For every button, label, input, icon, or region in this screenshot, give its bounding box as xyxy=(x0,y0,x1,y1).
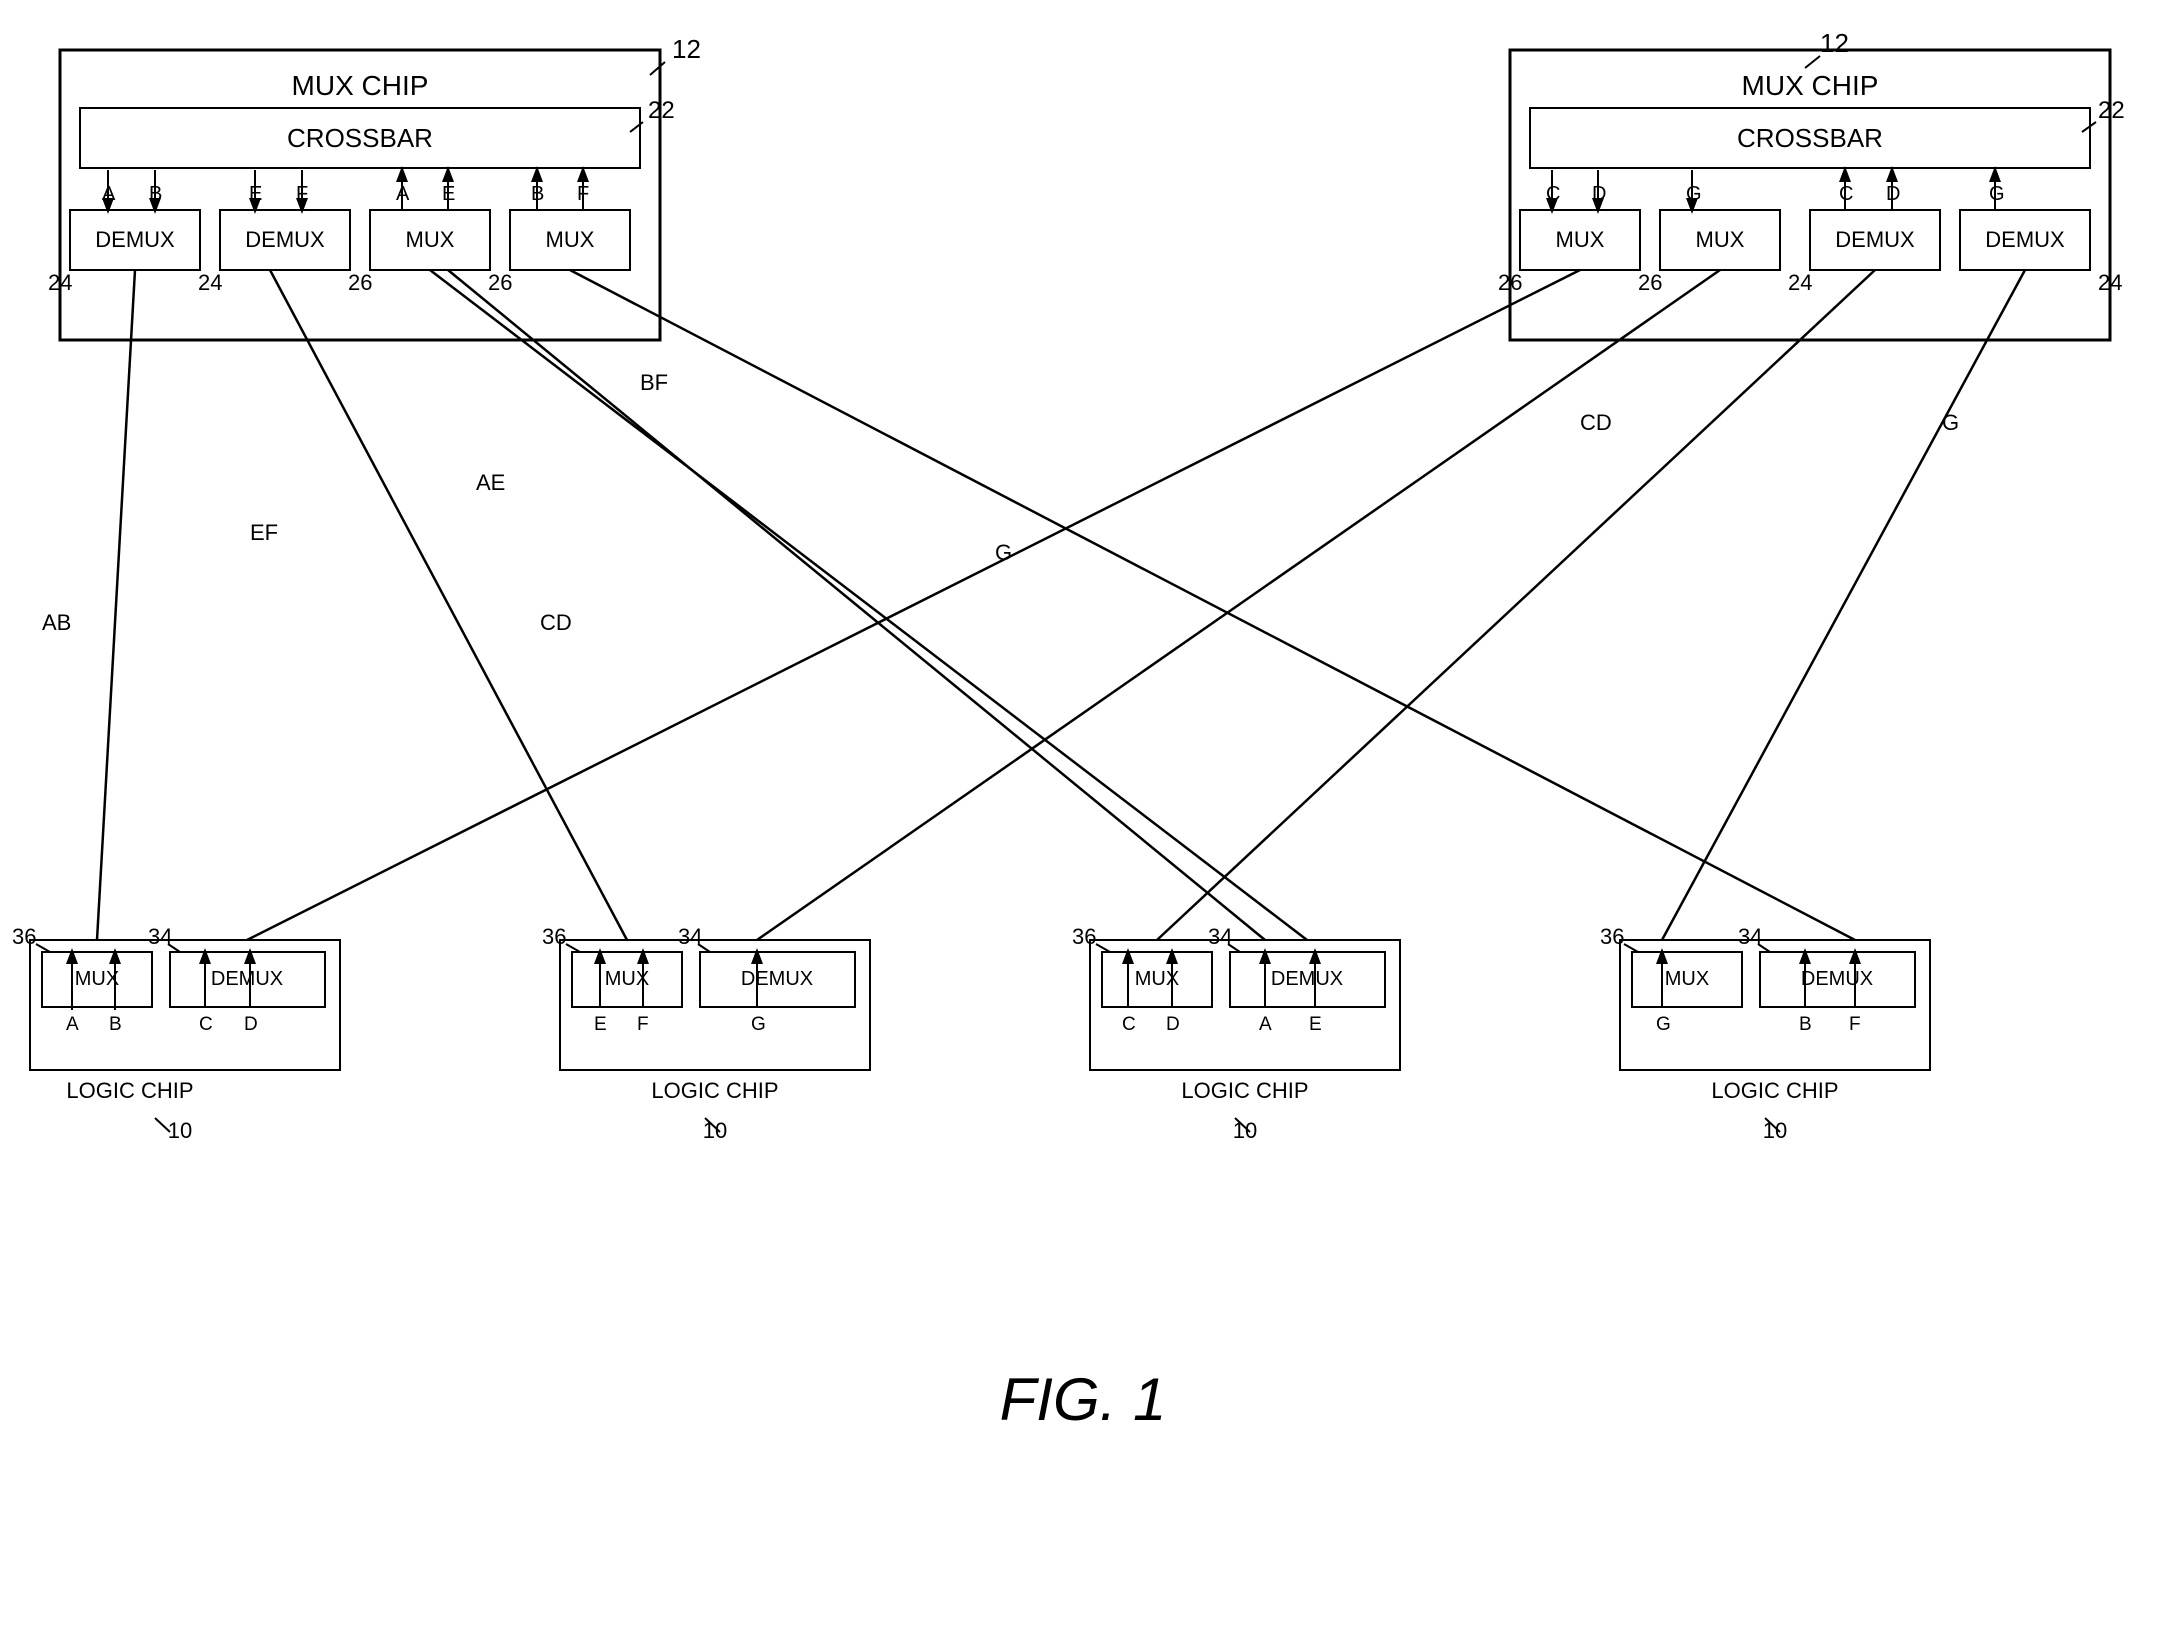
circuit-diagram: MUX CHIP CROSSBAR 12 22 DEMUX 24 DEMUX 2… xyxy=(0,0,2166,1625)
diagram-container: MUX CHIP CROSSBAR 12 22 DEMUX 24 DEMUX 2… xyxy=(0,0,2166,1625)
svg-text:DEMUX: DEMUX xyxy=(1835,227,1915,252)
svg-text:C: C xyxy=(1839,183,1853,205)
svg-text:G: G xyxy=(1989,183,2005,205)
svg-text:C: C xyxy=(199,1014,213,1035)
svg-text:B: B xyxy=(1799,1014,1812,1035)
svg-text:E: E xyxy=(442,183,455,205)
svg-text:12: 12 xyxy=(1820,28,1849,58)
svg-text:12: 12 xyxy=(672,34,701,64)
svg-text:MUX CHIP: MUX CHIP xyxy=(1742,70,1879,101)
svg-text:B: B xyxy=(531,183,544,205)
svg-text:EF: EF xyxy=(250,520,278,545)
svg-text:26: 26 xyxy=(348,270,372,295)
svg-text:G: G xyxy=(1656,1014,1671,1035)
svg-text:D: D xyxy=(1592,183,1606,205)
svg-text:LOGIC CHIP: LOGIC CHIP xyxy=(651,1078,778,1103)
svg-text:D: D xyxy=(1886,183,1900,205)
svg-text:LOGIC CHIP: LOGIC CHIP xyxy=(1711,1078,1838,1103)
svg-text:36: 36 xyxy=(542,924,566,949)
svg-text:MUX CHIP: MUX CHIP xyxy=(292,70,429,101)
svg-text:G: G xyxy=(751,1014,766,1035)
svg-text:B: B xyxy=(109,1014,122,1035)
svg-text:A: A xyxy=(396,183,410,205)
svg-text:10: 10 xyxy=(703,1118,727,1143)
svg-text:F: F xyxy=(1849,1014,1861,1035)
svg-text:D: D xyxy=(244,1014,258,1035)
svg-text:26: 26 xyxy=(488,270,512,295)
svg-text:CD: CD xyxy=(540,610,572,635)
svg-text:A: A xyxy=(102,183,116,205)
svg-text:D: D xyxy=(1166,1014,1180,1035)
svg-text:AB: AB xyxy=(42,610,71,635)
svg-text:DEMUX: DEMUX xyxy=(741,968,813,990)
svg-text:MUX: MUX xyxy=(1556,227,1605,252)
svg-text:CROSSBAR: CROSSBAR xyxy=(1737,123,1883,153)
svg-text:DEMUX: DEMUX xyxy=(1801,968,1873,990)
svg-text:AE: AE xyxy=(476,470,505,495)
svg-text:LOGIC CHIP: LOGIC CHIP xyxy=(66,1078,193,1103)
svg-text:10: 10 xyxy=(168,1118,192,1143)
figure-label: FIG. 1 xyxy=(1000,1366,1167,1433)
svg-text:36: 36 xyxy=(12,924,36,949)
svg-text:DEMUX: DEMUX xyxy=(1985,227,2065,252)
svg-text:24: 24 xyxy=(198,270,222,295)
svg-text:A: A xyxy=(66,1014,79,1035)
svg-text:MUX: MUX xyxy=(75,968,119,990)
svg-text:F: F xyxy=(577,183,589,205)
svg-text:DEMUX: DEMUX xyxy=(1271,968,1343,990)
svg-text:A: A xyxy=(1259,1014,1272,1035)
svg-text:26: 26 xyxy=(1498,270,1522,295)
svg-text:26: 26 xyxy=(1638,270,1662,295)
svg-text:CD: CD xyxy=(1580,410,1612,435)
svg-text:22: 22 xyxy=(2098,97,2125,124)
svg-text:LOGIC CHIP: LOGIC CHIP xyxy=(1181,1078,1308,1103)
svg-text:MUX: MUX xyxy=(406,227,455,252)
svg-text:E: E xyxy=(594,1014,607,1035)
svg-text:DEMUX: DEMUX xyxy=(211,968,283,990)
svg-text:MUX: MUX xyxy=(1696,227,1745,252)
svg-text:E: E xyxy=(249,183,262,205)
svg-text:36: 36 xyxy=(1600,924,1624,949)
svg-text:DEMUX: DEMUX xyxy=(95,227,175,252)
svg-text:E: E xyxy=(1309,1014,1322,1035)
svg-text:B: B xyxy=(149,183,162,205)
svg-text:36: 36 xyxy=(1072,924,1096,949)
svg-text:24: 24 xyxy=(2098,270,2122,295)
svg-text:10: 10 xyxy=(1763,1118,1787,1143)
svg-text:C: C xyxy=(1546,183,1560,205)
svg-text:F: F xyxy=(296,183,308,205)
svg-text:22: 22 xyxy=(648,97,675,124)
svg-text:MUX: MUX xyxy=(1665,968,1709,990)
svg-text:MUX: MUX xyxy=(546,227,595,252)
svg-text:24: 24 xyxy=(48,270,72,295)
svg-text:F: F xyxy=(637,1014,649,1035)
svg-text:G: G xyxy=(995,540,1012,565)
svg-text:BF: BF xyxy=(640,370,668,395)
svg-text:CROSSBAR: CROSSBAR xyxy=(287,123,433,153)
svg-text:G: G xyxy=(1942,410,1959,435)
svg-text:10: 10 xyxy=(1233,1118,1257,1143)
svg-text:DEMUX: DEMUX xyxy=(245,227,325,252)
svg-text:C: C xyxy=(1122,1014,1136,1035)
svg-text:24: 24 xyxy=(1788,270,1812,295)
svg-text:G: G xyxy=(1686,183,1702,205)
